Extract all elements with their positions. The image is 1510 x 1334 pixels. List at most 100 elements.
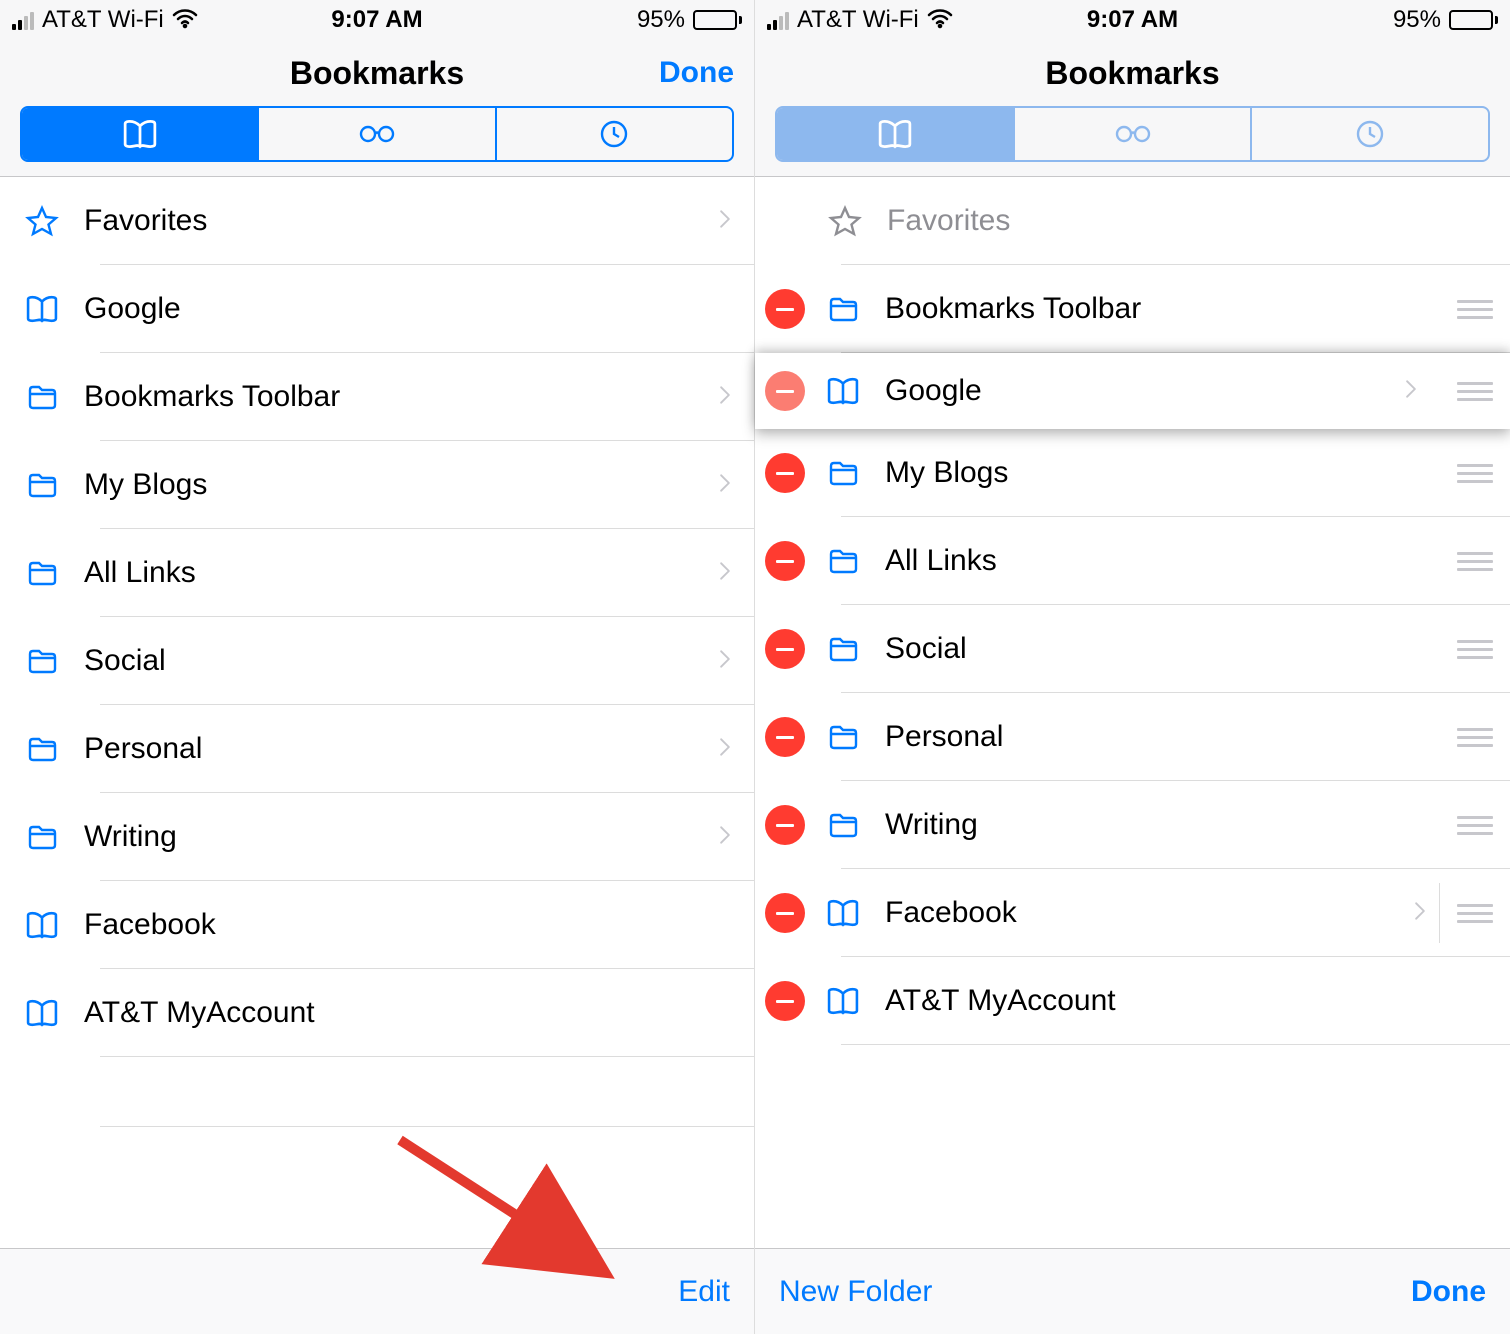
drag-handle[interactable] <box>1440 728 1510 747</box>
empty-row <box>0 1057 754 1127</box>
row-writing[interactable]: Writing <box>0 793 754 881</box>
chevron-right-icon <box>1402 374 1440 409</box>
bottom-toolbar: New Folder Done <box>755 1248 1510 1334</box>
star-icon <box>827 205 887 237</box>
book-icon <box>825 376 885 406</box>
row-bookmarks-toolbar[interactable]: Bookmarks Toolbar <box>0 353 754 441</box>
folder-icon <box>24 469 84 501</box>
folder-icon <box>24 557 84 589</box>
wifi-icon <box>172 5 198 36</box>
row-google[interactable]: Google <box>0 265 754 353</box>
delete-button[interactable] <box>765 453 805 493</box>
done-button[interactable]: Done <box>1411 1275 1486 1309</box>
row-label: Bookmarks Toolbar <box>885 292 1440 326</box>
nav-header: Bookmarks <box>755 40 1510 106</box>
row-google[interactable]: Google <box>755 353 1510 429</box>
folder-icon <box>825 721 885 753</box>
row-my-blogs[interactable]: My Blogs <box>0 441 754 529</box>
row-personal[interactable]: Personal <box>755 693 1510 781</box>
battery-icon <box>1449 10 1498 30</box>
done-button[interactable]: Done <box>659 56 734 90</box>
tab-reading-list[interactable] <box>257 108 494 160</box>
view-segmented-control[interactable] <box>20 106 734 162</box>
new-folder-button[interactable]: New Folder <box>779 1275 932 1309</box>
delete-button[interactable] <box>765 541 805 581</box>
row-all-links[interactable]: All Links <box>755 517 1510 605</box>
tab-history[interactable] <box>495 108 732 160</box>
folder-icon <box>825 633 885 665</box>
drag-handle[interactable] <box>1440 640 1510 659</box>
chevron-right-icon <box>716 820 754 855</box>
row-label: My Blogs <box>84 468 716 502</box>
delete-button[interactable] <box>765 981 805 1021</box>
row-label: AT&T MyAccount <box>885 984 1510 1018</box>
page-title: Bookmarks <box>290 55 464 92</box>
row-personal[interactable]: Personal <box>0 705 754 793</box>
clock-label: 9:07 AM <box>1087 6 1178 34</box>
row-facebook[interactable]: Facebook <box>0 881 754 969</box>
page-title: Bookmarks <box>1045 55 1219 92</box>
row-label: Social <box>84 644 716 678</box>
carrier-label: AT&T Wi-Fi <box>42 6 164 34</box>
drag-handle[interactable] <box>1440 382 1510 401</box>
bookmarks-list-edit: Favorites Bookmarks Toolbar Google <box>755 177 1510 1045</box>
row-att-myaccount[interactable]: AT&T MyAccount <box>0 969 754 1057</box>
chevron-right-icon <box>716 732 754 767</box>
folder-icon <box>24 645 84 677</box>
signal-icon <box>12 10 34 30</box>
folder-icon <box>24 381 84 413</box>
row-writing[interactable]: Writing <box>755 781 1510 869</box>
row-label: Favorites <box>84 204 716 238</box>
delete-button[interactable] <box>765 371 805 411</box>
row-label: Personal <box>885 720 1440 754</box>
status-bar: AT&T Wi-Fi 9:07 AM 95% <box>755 0 1510 40</box>
delete-button[interactable] <box>765 289 805 329</box>
chevron-right-icon <box>716 644 754 679</box>
battery-icon <box>693 10 742 30</box>
drag-handle[interactable] <box>1440 464 1510 483</box>
wifi-icon <box>927 5 953 36</box>
row-my-blogs[interactable]: My Blogs <box>755 429 1510 517</box>
row-favorites[interactable]: Favorites <box>0 177 754 265</box>
chevron-right-icon <box>716 380 754 415</box>
row-social[interactable]: Social <box>0 617 754 705</box>
book-icon <box>24 998 84 1028</box>
delete-button[interactable] <box>765 805 805 845</box>
edit-button[interactable]: Edit <box>678 1275 730 1309</box>
row-favorites: Favorites <box>755 177 1510 265</box>
status-bar: AT&T Wi-Fi 9:07 AM 95% <box>0 0 754 40</box>
star-icon <box>24 205 84 237</box>
book-icon <box>24 294 84 324</box>
delete-button[interactable] <box>765 893 805 933</box>
folder-icon <box>24 733 84 765</box>
signal-icon <box>767 10 789 30</box>
folder-icon <box>825 809 885 841</box>
tab-reading-list <box>1013 108 1251 160</box>
row-bookmarks-toolbar[interactable]: Bookmarks Toolbar <box>755 265 1510 353</box>
row-label: Bookmarks Toolbar <box>84 380 716 414</box>
drag-handle[interactable] <box>1440 816 1510 835</box>
delete-button[interactable] <box>765 629 805 669</box>
book-icon <box>825 986 885 1016</box>
chevron-right-icon <box>716 204 754 239</box>
row-all-links[interactable]: All Links <box>0 529 754 617</box>
row-label: Social <box>885 632 1440 666</box>
row-label: My Blogs <box>885 456 1440 490</box>
row-label: Favorites <box>887 204 1510 238</box>
row-att-myaccount[interactable]: AT&T MyAccount <box>755 957 1510 1045</box>
folder-icon <box>24 821 84 853</box>
row-label: AT&T MyAccount <box>84 996 754 1030</box>
battery-pct-label: 95% <box>1393 6 1441 34</box>
delete-button[interactable] <box>765 717 805 757</box>
book-icon <box>825 898 885 928</box>
row-label: All Links <box>84 556 716 590</box>
tab-bookmarks <box>777 108 1013 160</box>
row-facebook[interactable]: Facebook <box>755 869 1510 957</box>
drag-handle[interactable] <box>1440 904 1510 923</box>
drag-handle[interactable] <box>1440 300 1510 319</box>
row-label: Facebook <box>84 908 754 942</box>
tab-bookmarks[interactable] <box>22 108 257 160</box>
drag-handle[interactable] <box>1440 552 1510 571</box>
bookmarks-list: Favorites Google Bookmarks Toolbar My Bl… <box>0 177 754 1127</box>
row-social[interactable]: Social <box>755 605 1510 693</box>
